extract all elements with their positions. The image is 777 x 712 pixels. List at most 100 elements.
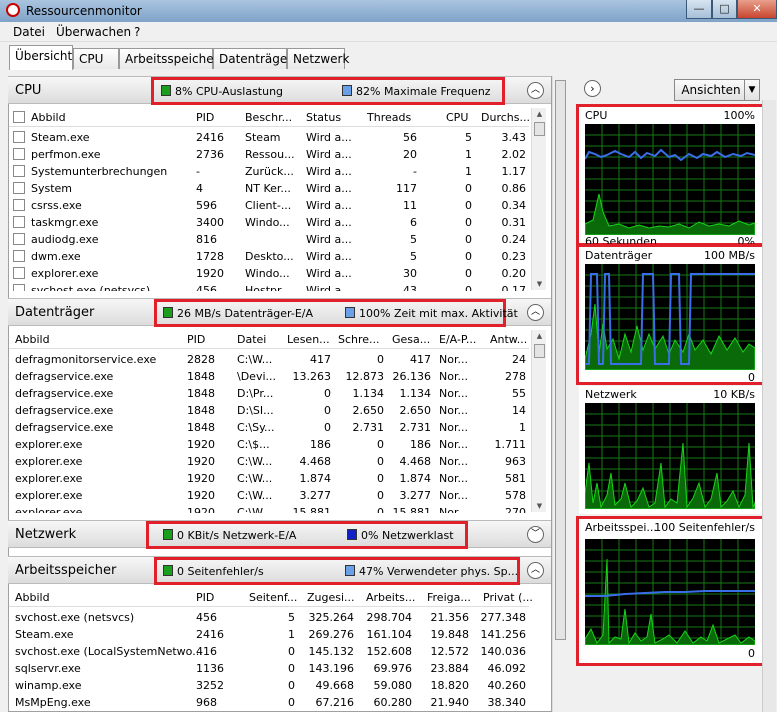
col-freigabe[interactable]: Freiga... (427, 591, 471, 604)
col-gesamt[interactable]: Gesa... (392, 333, 430, 346)
table-row[interactable]: MsMpEng.exe 968 0 67.216 60.280 21.940 38.340 (9, 694, 529, 711)
row-checkbox[interactable] (13, 165, 25, 177)
table-row[interactable]: explorer.exe 1920 C:\W... 15.881 0 15.881 Nor.… (9, 504, 529, 513)
memory-section-header[interactable]: Arbeitsspeicher 0 Seitenfehler/s 47% Ver… (8, 556, 551, 585)
col-lesen[interactable]: Lesen... (287, 333, 330, 346)
tab-cpu[interactable]: CPU (73, 48, 119, 69)
scroll-thumb[interactable] (555, 80, 566, 640)
close-button[interactable]: ✕ (737, 0, 777, 19)
table-row[interactable]: Steam.exe 2416 Steam Wird a... 56 5 3.43 (9, 129, 529, 146)
section-title: Netzwerk (15, 527, 77, 542)
disk-section-header[interactable]: Datenträger 26 MB/s Datenträger-E/A 100%… (8, 298, 551, 327)
table-row[interactable]: audiodg.exe 816 Wird a... 5 0 0.24 (9, 231, 529, 248)
col-durchschnitt[interactable]: Durchs... (481, 111, 530, 124)
network-section-header[interactable]: Netzwerk 0 KBit/s Netzwerk-E/A 0% Netzwe… (8, 520, 551, 549)
table-row[interactable]: svchost.exe (netsvcs) 456 5 325.264 298.704 2… (9, 609, 529, 626)
table-row[interactable]: taskmgr.exe 3400 Windo... Wird a... 6 0 0.31 (9, 214, 529, 231)
col-schreiben[interactable]: Schre... (338, 333, 380, 346)
menu-help[interactable]: ? (134, 25, 140, 39)
table-row[interactable]: Steam.exe 2416 1 269.276 161.104 19.848 141.25… (9, 626, 529, 643)
table-row[interactable]: explorer.exe 1920 C:\W... 1.874 0 1.874 Nor...… (9, 470, 529, 487)
table-row[interactable]: System 4 NT Ker... Wird a... 117 0 0.86 (9, 180, 529, 197)
collapse-up-icon[interactable]: ︿ (527, 562, 544, 579)
col-status[interactable]: Status (306, 111, 341, 124)
scroll-thumb[interactable] (534, 122, 545, 136)
cell: defragservice.exe (15, 404, 114, 417)
table-row[interactable]: explorer.exe 1920 C:\W... 3.277 0 3.277 Nor...… (9, 487, 529, 504)
cell: 0.24 (501, 233, 527, 246)
scroll-thumb[interactable] (534, 344, 545, 358)
views-button[interactable]: Ansichten (674, 79, 748, 101)
row-checkbox[interactable] (13, 131, 25, 143)
table-row[interactable]: perfmon.exe 2736 Ressou... Wird a... 20 1 2.02 (9, 146, 529, 163)
collapse-up-icon[interactable]: ︿ (527, 304, 544, 321)
collapse-up-icon[interactable]: ︿ (527, 82, 544, 99)
scroll-down-icon[interactable]: ▼ (532, 500, 547, 512)
col-cpu[interactable]: CPU (446, 111, 468, 124)
col-privat[interactable]: Privat (... (483, 591, 533, 604)
col-pid[interactable]: PID (196, 591, 214, 604)
col-beschreibung[interactable]: Beschr... (245, 111, 292, 124)
scroll-down-icon[interactable]: ▼ (532, 278, 547, 290)
table-row[interactable]: dwm.exe 1728 Deskto... Wird a... 5 0 0.23 (9, 248, 529, 265)
table-row[interactable]: explorer.exe 1920 C:\W... 4.468 0 4.468 Nor...… (9, 453, 529, 470)
cell: 0 (377, 506, 384, 513)
views-dropdown-icon[interactable]: ▼ (744, 79, 760, 101)
disk-scrollbar[interactable]: ▲ ▼ (531, 330, 546, 512)
col-ea-prioritaet[interactable]: E/A-P... (439, 333, 476, 346)
table-row[interactable]: explorer.exe 1920 Windo... Wird a... 30 0 0.20 (9, 265, 529, 282)
row-checkbox[interactable] (13, 216, 25, 228)
menu-ueberwachen[interactable]: Überwachen (56, 25, 131, 39)
tab-uebersicht[interactable]: Übersicht (9, 45, 73, 70)
table-row[interactable]: defragservice.exe 1848 \Devi... 13.263 12.87… (9, 368, 529, 385)
row-checkbox[interactable] (13, 182, 25, 194)
table-row[interactable]: defragservice.exe 1848 C:\Sy... 0 2.731 2.731… (9, 419, 529, 436)
row-checkbox[interactable] (13, 233, 25, 245)
col-arbeitssatz[interactable]: Arbeits... (366, 591, 415, 604)
cpu-section-header[interactable]: CPU 8% CPU-Auslastung 82% Maximale Frequ… (8, 76, 551, 105)
table-row[interactable]: svchost.exe (netsvcs) 456 Hostpr... Wird a.… (9, 282, 529, 291)
cell: 416 (196, 645, 217, 658)
col-seitenfehler[interactable]: Seitenf... (249, 591, 297, 604)
scroll-up-icon[interactable]: ▲ (532, 330, 547, 342)
col-datei[interactable]: Datei (237, 333, 266, 346)
table-row[interactable]: explorer.exe 1920 C:\$... 186 0 186 Nor... 1.71… (9, 436, 529, 453)
col-abbild[interactable]: Abbild (15, 591, 50, 604)
table-row[interactable]: sqlservr.exe 1136 0 143.196 69.976 23.884 46.0… (9, 660, 529, 677)
table-row[interactable]: Systemunterbrechungen - Zurück... Wird a...… (9, 163, 529, 180)
minimize-button[interactable]: — (686, 0, 712, 19)
table-row[interactable]: svchost.exe (LocalSystemNetwo... 416 0 145.… (9, 643, 529, 660)
graph-name: Arbeitsspei... (585, 521, 657, 534)
row-checkbox[interactable] (13, 199, 25, 211)
cpu-scrollbar[interactable]: ▲ ▼ (531, 108, 546, 290)
col-abbild[interactable]: Abbild (31, 111, 66, 124)
row-checkbox[interactable] (13, 267, 25, 279)
cell: 0 (377, 489, 384, 502)
table-row[interactable]: defragservice.exe 1848 D:\SI... 0 2.650 2.650… (9, 402, 529, 419)
select-all-checkbox[interactable] (13, 111, 25, 123)
graph-scrollbar[interactable] (762, 100, 776, 712)
table-row[interactable]: winamp.exe 3252 0 49.668 59.080 18.820 40.260 (9, 677, 529, 694)
expand-down-icon[interactable]: ﹀ (527, 526, 544, 543)
row-checkbox[interactable] (13, 284, 25, 291)
col-pid[interactable]: PID (196, 111, 214, 124)
menu-datei[interactable]: Datei (13, 25, 45, 39)
maximize-button[interactable]: □ (712, 0, 737, 19)
col-threads[interactable]: Threads (367, 111, 411, 124)
main-scrollbar[interactable] (552, 76, 567, 712)
scroll-up-icon[interactable]: ▲ (532, 108, 547, 120)
tab-datentraeger[interactable]: Datenträger (213, 48, 292, 69)
col-pid[interactable]: PID (187, 333, 205, 346)
expand-pane-icon[interactable]: › (584, 80, 601, 97)
row-checkbox[interactable] (13, 148, 25, 160)
table-row[interactable]: defragmonitorservice.exe 2828 C:\W... 417 0 4… (9, 351, 529, 368)
tab-arbeitsspeicher[interactable]: Arbeitsspeicher (119, 48, 219, 69)
col-antwortzeit[interactable]: Antw... (490, 333, 527, 346)
cell: 1 (519, 421, 526, 434)
col-zugesichert[interactable]: Zugesi... (307, 591, 355, 604)
row-checkbox[interactable] (13, 250, 25, 262)
col-abbild[interactable]: Abbild (15, 333, 50, 346)
table-row[interactable]: defragservice.exe 1848 D:\Pr... 0 1.134 1.134… (9, 385, 529, 402)
tab-netzwerk[interactable]: Netzwerk (287, 48, 349, 69)
table-row[interactable]: csrss.exe 596 Client-... Wird a... 11 0 0.34 (9, 197, 529, 214)
